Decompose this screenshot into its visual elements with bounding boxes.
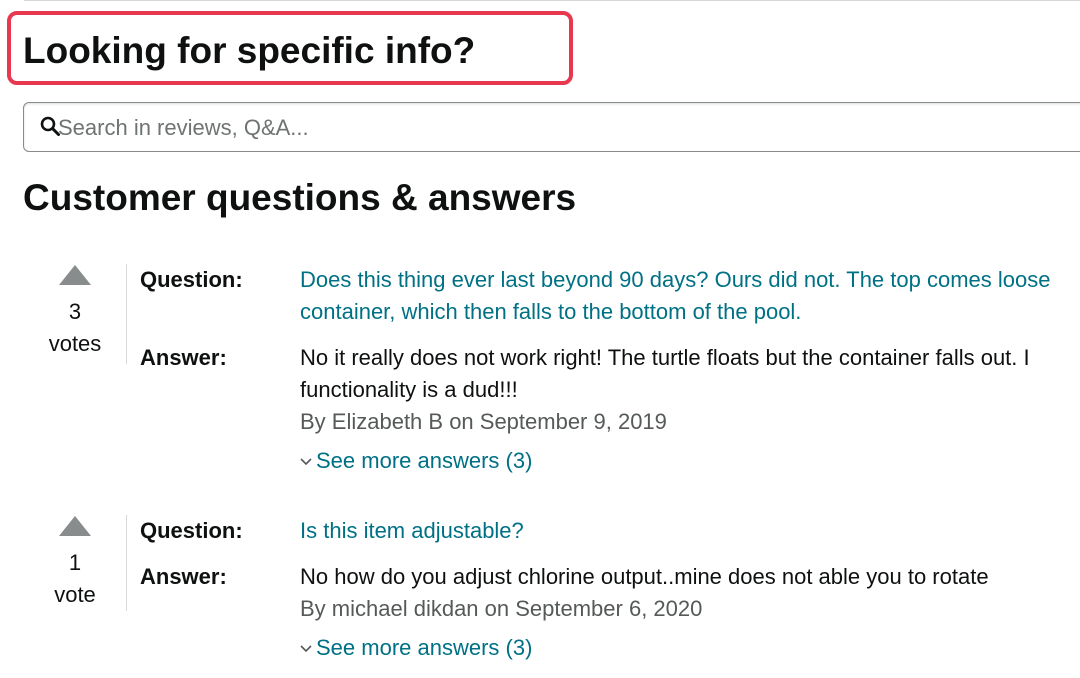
answer-text: No it really does not work right! The tu…	[300, 345, 1030, 370]
see-more-answers-label: See more answers (3)	[316, 448, 533, 473]
vote-column: 3 votes	[24, 264, 127, 364]
vote-up-icon[interactable]	[58, 515, 92, 537]
vote-column: 1 vote	[24, 515, 127, 611]
vote-label: vote	[54, 582, 96, 607]
specific-info-heading: Looking for specific info?	[23, 30, 476, 71]
vote-label: votes	[48, 331, 102, 356]
see-more-answers-link[interactable]: See more answers (3)	[300, 445, 532, 477]
qa-heading: Customer questions & answers	[23, 177, 577, 218]
vote-count: 1	[68, 550, 82, 575]
answer-byline: By Elizabeth B on September 9, 2019	[300, 409, 667, 434]
answer-text-continued: functionality is a dud!!!	[300, 377, 518, 402]
answer-text: No how do you adjust chlorine output..mi…	[300, 564, 989, 589]
answer-byline: By michael dikdan on September 6, 2020	[300, 596, 703, 621]
question-label: Question:	[140, 518, 243, 543]
search-icon	[40, 116, 60, 136]
chevron-down-icon	[300, 645, 312, 653]
chevron-down-icon	[300, 458, 312, 466]
question-label: Question:	[140, 267, 243, 292]
vote-count: 3	[68, 299, 82, 324]
answer-label: Answer:	[140, 564, 227, 589]
question-link[interactable]: Is this item adjustable?	[300, 515, 524, 547]
search-box[interactable]	[23, 102, 1080, 152]
question-link-continued[interactable]: container, which then falls to the botto…	[300, 296, 801, 328]
see-more-answers-link[interactable]: See more answers (3)	[300, 632, 532, 664]
search-input[interactable]	[58, 111, 1058, 145]
answer-label: Answer:	[140, 345, 227, 370]
vote-up-icon[interactable]	[58, 264, 92, 286]
top-divider	[24, 0, 1080, 1]
question-link[interactable]: Does this thing ever last beyond 90 days…	[300, 264, 1050, 296]
see-more-answers-label: See more answers (3)	[316, 635, 533, 660]
